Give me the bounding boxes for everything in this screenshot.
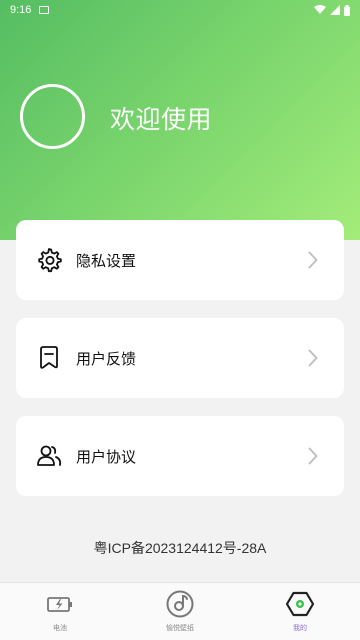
music-disc-icon xyxy=(166,590,194,618)
users-agreement-icon xyxy=(37,445,62,466)
bookmark-feedback-icon xyxy=(40,346,58,369)
user-agreement-item[interactable]: 用户协议 xyxy=(16,416,344,496)
tab-wallpaper-label: 愉悦壁纸 xyxy=(166,624,194,632)
header-banner: 9:16 欢迎使用 xyxy=(0,0,360,240)
signal-icon xyxy=(330,5,340,15)
tab-battery[interactable]: 电池 xyxy=(0,583,120,640)
chevron-right-icon xyxy=(308,447,318,465)
status-bar: 9:16 xyxy=(0,0,360,20)
battery-charging-icon xyxy=(47,597,72,612)
wifi-icon xyxy=(314,5,326,14)
hexagon-profile-icon xyxy=(285,591,315,617)
tab-mine-label: 我的 xyxy=(293,624,307,632)
status-icons xyxy=(314,4,350,16)
avatar[interactable] xyxy=(20,84,85,149)
chevron-right-icon xyxy=(308,349,318,367)
welcome-title: 欢迎使用 xyxy=(110,105,213,134)
icp-license-text: 粤ICP备2023124412号-28A xyxy=(93,540,267,556)
gear-icon xyxy=(38,248,62,273)
chevron-right-icon xyxy=(308,251,318,269)
status-time: 9:16 xyxy=(10,4,32,16)
bottom-tab-bar: 电池 愉悦壁纸 我的 xyxy=(0,582,360,640)
user-agreement-label: 用户协议 xyxy=(76,447,137,466)
battery-icon xyxy=(344,4,350,16)
user-feedback-label: 用户反馈 xyxy=(76,349,137,368)
privacy-settings-label: 隐私设置 xyxy=(76,251,137,270)
tab-battery-label: 电池 xyxy=(53,624,67,632)
gallery-notification-icon xyxy=(39,6,50,14)
user-feedback-item[interactable]: 用户反馈 xyxy=(16,318,344,398)
tab-wallpaper[interactable]: 愉悦壁纸 xyxy=(120,583,240,640)
privacy-settings-item[interactable]: 隐私设置 xyxy=(16,220,344,300)
tab-mine[interactable]: 我的 xyxy=(240,583,360,640)
